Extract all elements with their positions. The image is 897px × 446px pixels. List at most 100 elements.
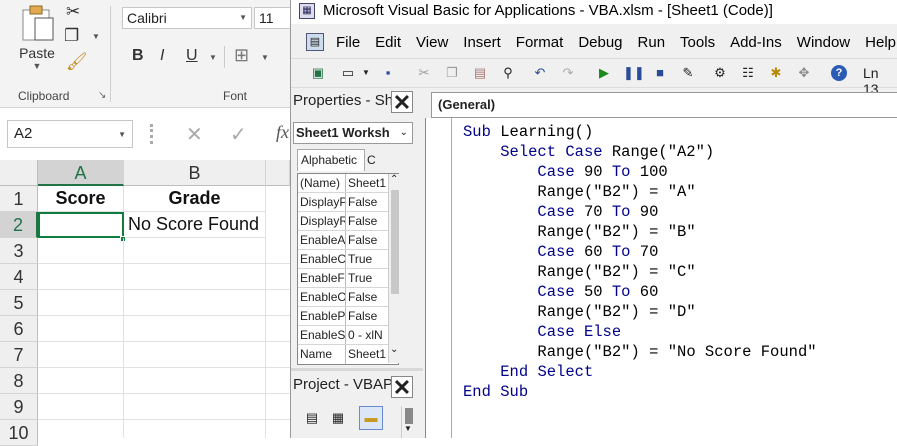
chevron-down-icon[interactable]: ⌄: [390, 344, 398, 355]
menu-tools[interactable]: Tools: [680, 30, 715, 55]
cell-b2[interactable]: No Score Found: [124, 212, 266, 238]
chevron-down-icon[interactable]: ▼: [404, 424, 412, 433]
worksheet-grid[interactable]: A B 1 2 3 4 5 6 7 8 9 10 Score Grade No …: [0, 160, 290, 446]
save-icon[interactable]: ▪: [379, 64, 397, 82]
font-name-select[interactable]: Calibri ▼: [122, 7, 252, 29]
code-line[interactable]: Select Case Range("A2"): [463, 142, 817, 162]
chevron-down-icon[interactable]: ▼: [92, 32, 100, 41]
cut-icon[interactable]: ✂: [415, 64, 433, 82]
design-mode-icon[interactable]: ✎: [679, 64, 697, 82]
scrollbar-thumb[interactable]: [405, 408, 413, 424]
redo-icon[interactable]: ↷: [559, 64, 577, 82]
find-icon[interactable]: ⚲: [499, 64, 517, 82]
menu-add-ins[interactable]: Add-Ins: [730, 30, 782, 55]
chevron-down-icon[interactable]: ▼: [357, 64, 375, 82]
row-header[interactable]: 7: [0, 342, 38, 368]
break-icon[interactable]: ❚❚: [623, 64, 645, 82]
cell-b1[interactable]: Grade: [124, 186, 266, 212]
menu-edit[interactable]: Edit: [375, 30, 401, 55]
toggle-folders-icon[interactable]: ▬: [359, 406, 383, 430]
row-header[interactable]: 4: [0, 264, 38, 290]
code-line[interactable]: End Sub: [463, 382, 817, 402]
code-line[interactable]: Case Else: [463, 322, 817, 342]
scrollbar-thumb[interactable]: [391, 190, 399, 294]
code-line[interactable]: Range("B2") = "A": [463, 182, 817, 202]
row-header[interactable]: 10: [0, 420, 38, 446]
help-icon[interactable]: ?: [831, 65, 847, 81]
paste-button[interactable]: Paste ▼: [14, 2, 60, 76]
row-header[interactable]: 8: [0, 368, 38, 394]
menu-window[interactable]: Window: [797, 30, 850, 55]
code-line[interactable]: Range("B2") = "B": [463, 222, 817, 242]
menu-file[interactable]: File: [336, 30, 360, 55]
properties-window-icon[interactable]: ☷: [739, 64, 757, 82]
vba-doc-icon[interactable]: ▤: [306, 33, 324, 51]
chevron-down-icon[interactable]: ▼: [209, 53, 217, 62]
menu-run[interactable]: Run: [638, 30, 666, 55]
column-header-b[interactable]: B: [124, 160, 266, 186]
menu-insert[interactable]: Insert: [463, 30, 501, 55]
project-explorer-icon[interactable]: ⚙: [711, 64, 729, 82]
code-line[interactable]: Case 90 To 100: [463, 162, 817, 182]
cancel-icon[interactable]: ✕: [186, 122, 203, 147]
property-row[interactable]: EnableC True: [298, 250, 398, 269]
code-line[interactable]: Case 60 To 70: [463, 242, 817, 262]
undo-icon[interactable]: ↶: [531, 64, 549, 82]
property-row[interactable]: DisplayP False: [298, 193, 398, 212]
property-row[interactable]: EnableS 0 - xlN: [298, 326, 398, 345]
property-row[interactable]: EnableP False: [298, 307, 398, 326]
borders-icon[interactable]: ⊞: [234, 45, 249, 66]
menu-help[interactable]: Help: [865, 30, 896, 55]
code-line[interactable]: Sub Learning(): [463, 122, 817, 142]
underline-button[interactable]: U: [186, 47, 198, 65]
cell-a2[interactable]: [38, 212, 124, 238]
column-header-a[interactable]: A: [38, 160, 124, 186]
property-row[interactable]: (Name) Sheet1: [298, 174, 398, 193]
panel-splitter[interactable]: [291, 368, 423, 371]
function-icon[interactable]: fx: [276, 122, 289, 143]
view-object-icon[interactable]: ▦: [329, 409, 347, 427]
chevron-up-icon[interactable]: ⌃: [390, 174, 398, 185]
view-excel-icon[interactable]: ▣: [309, 64, 327, 82]
property-row[interactable]: EnableO False: [298, 288, 398, 307]
enter-icon[interactable]: ✓: [230, 122, 247, 147]
code-line[interactable]: Range("B2") = "D": [463, 302, 817, 322]
object-browser-icon[interactable]: ✱: [767, 64, 785, 82]
row-header[interactable]: 9: [0, 394, 38, 420]
tab-alphabetic[interactable]: Alphabetic: [297, 149, 365, 171]
format-painter-icon[interactable]: 🖌: [66, 52, 88, 72]
project-scrollbar[interactable]: ▼: [401, 406, 415, 438]
row-header[interactable]: 3: [0, 238, 38, 264]
chevron-down-icon[interactable]: ▼: [14, 61, 60, 71]
code-line[interactable]: Range("B2") = "C": [463, 262, 817, 282]
properties-scrollbar[interactable]: ⌃ ⌄: [388, 174, 400, 363]
row-header[interactable]: 2: [0, 212, 38, 238]
code-line[interactable]: Case 50 To 60: [463, 282, 817, 302]
cell-a1[interactable]: Score: [38, 186, 124, 212]
insert-module-icon[interactable]: ▭: [339, 64, 357, 82]
run-icon[interactable]: ▶: [595, 64, 613, 82]
property-row[interactable]: Name Sheet1: [298, 345, 398, 364]
close-icon[interactable]: ✕: [391, 376, 413, 399]
code-line[interactable]: End Select: [463, 362, 817, 382]
menu-debug[interactable]: Debug: [578, 30, 622, 55]
tab-categorized[interactable]: C: [367, 151, 377, 171]
italic-button[interactable]: I: [160, 47, 164, 65]
view-code-icon[interactable]: ▤: [303, 409, 321, 427]
font-size-select[interactable]: 11: [254, 7, 290, 29]
bold-button[interactable]: B: [132, 47, 144, 65]
menu-format[interactable]: Format: [516, 30, 564, 55]
property-row[interactable]: DisplayR False: [298, 212, 398, 231]
close-icon[interactable]: ✕: [391, 91, 413, 114]
code-line[interactable]: Case 70 To 90: [463, 202, 817, 222]
object-selector[interactable]: Sheet1 Worksh ⌄: [293, 122, 413, 144]
procedure-dropdown[interactable]: (General): [431, 92, 897, 118]
code-editor[interactable]: Sub Learning() Select Case Range("A2") C…: [425, 118, 897, 438]
menu-view[interactable]: View: [416, 30, 448, 55]
property-row[interactable]: EnableF True: [298, 269, 398, 288]
row-header[interactable]: 1: [0, 186, 38, 212]
copy-icon[interactable]: ❐: [64, 26, 79, 46]
paste-icon[interactable]: ▤: [471, 64, 489, 82]
reset-icon[interactable]: ■: [651, 64, 669, 82]
dialog-launcher-icon[interactable]: ↘: [98, 90, 106, 101]
